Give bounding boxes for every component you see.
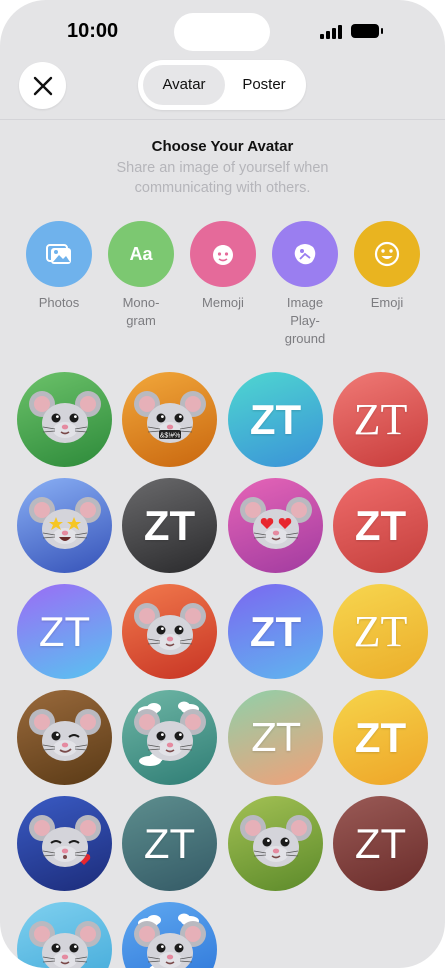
mouse-memoji-icon <box>25 483 105 568</box>
dynamic-island <box>174 13 270 51</box>
memoji-avatar-option[interactable] <box>122 902 217 968</box>
monogram-text: ZT <box>249 607 302 655</box>
status-time: 10:00 <box>67 20 119 42</box>
avatar-poster-segmented-control: Avatar Poster <box>138 60 306 110</box>
emoji-icon <box>354 221 420 287</box>
header-divider <box>0 119 445 120</box>
segment-avatar[interactable]: Avatar <box>143 65 225 105</box>
monogram-text: ZT <box>143 501 196 549</box>
cellular-signal-icon <box>320 25 342 39</box>
memoji-avatar-option[interactable] <box>17 902 112 968</box>
monogram-avatar-option[interactable]: ZT <box>228 690 323 785</box>
segment-poster[interactable]: Poster <box>228 65 300 105</box>
memoji-avatar-option[interactable] <box>17 478 112 573</box>
memoji-avatar-option[interactable] <box>122 584 217 679</box>
source-option-label: Image Play-ground <box>284 295 326 346</box>
svg-text:Aa: Aa <box>129 244 153 264</box>
source-option-emoji[interactable]: Emoji <box>342 221 432 312</box>
monogram-avatar-option[interactable]: ZT <box>333 690 428 785</box>
source-option-image-playground[interactable]: Image Play-ground <box>260 221 350 348</box>
image-playground-icon <box>272 221 338 287</box>
mouse-memoji-icon: &$!#% <box>130 377 210 462</box>
memoji-avatar-option[interactable]: &$!#% <box>122 372 217 467</box>
mouse-memoji-icon <box>130 907 210 968</box>
source-option-label: Mono-gram <box>122 295 160 328</box>
mouse-memoji-icon <box>25 377 105 462</box>
photos-icon <box>26 221 92 287</box>
close-icon <box>33 76 52 95</box>
monogram-icon: Aa <box>108 221 174 287</box>
monogram-text: ZT <box>38 607 91 655</box>
mouse-memoji-icon <box>25 695 105 780</box>
svg-text:&$!#%: &$!#% <box>159 433 180 440</box>
monogram-text: ZT <box>249 395 302 443</box>
monogram-text: ZT <box>354 819 407 867</box>
monogram-avatar-option[interactable]: ZT <box>122 478 217 573</box>
monogram-text: ZT <box>353 606 408 656</box>
monogram-text: ZT <box>143 819 196 867</box>
memoji-avatar-option[interactable] <box>17 690 112 785</box>
memoji-avatar-option[interactable] <box>228 478 323 573</box>
monogram-avatar-option[interactable]: ZT <box>228 372 323 467</box>
memoji-avatar-option[interactable] <box>17 372 112 467</box>
monogram-avatar-option[interactable]: ZT <box>228 584 323 679</box>
monogram-text: ZT <box>354 501 407 549</box>
page-title: Choose Your Avatar <box>151 138 294 155</box>
memoji-avatar-option[interactable] <box>228 796 323 891</box>
source-option-memoji[interactable]: Memoji <box>178 221 268 312</box>
monogram-text: ZT <box>250 715 301 760</box>
source-option-monogram[interactable]: Aa Mono-gram <box>96 221 186 330</box>
memoji-avatar-option[interactable] <box>17 796 112 891</box>
mouse-memoji-icon <box>25 801 105 886</box>
mouse-memoji-icon <box>236 483 316 568</box>
battery-icon <box>351 24 383 38</box>
monogram-avatar-option[interactable]: ZT <box>333 372 428 467</box>
memoji-avatar-option[interactable] <box>122 690 217 785</box>
mouse-memoji-icon <box>236 801 316 886</box>
phone-screen: 10:00 Avatar Poster Choose Your Avatar S… <box>0 0 445 968</box>
monogram-avatar-option[interactable]: ZT <box>333 796 428 891</box>
monogram-avatar-option[interactable]: ZT <box>333 584 428 679</box>
mouse-memoji-icon <box>130 695 210 780</box>
mouse-memoji-icon <box>25 907 105 968</box>
mouse-memoji-icon <box>130 589 210 674</box>
source-option-photos[interactable]: Photos <box>14 221 104 312</box>
source-option-label: Emoji <box>370 295 404 310</box>
monogram-text: ZT <box>353 394 408 444</box>
monogram-text: ZT <box>354 713 407 761</box>
monogram-avatar-option[interactable]: ZT <box>333 478 428 573</box>
memoji-icon <box>190 221 256 287</box>
source-option-label: Photos <box>38 295 80 310</box>
monogram-avatar-option[interactable]: ZT <box>122 796 217 891</box>
monogram-avatar-option[interactable]: ZT <box>17 584 112 679</box>
close-button[interactable] <box>19 62 66 109</box>
source-option-label: Memoji <box>202 295 244 310</box>
page-subtitle: Share an image of yourself when communic… <box>116 160 329 196</box>
